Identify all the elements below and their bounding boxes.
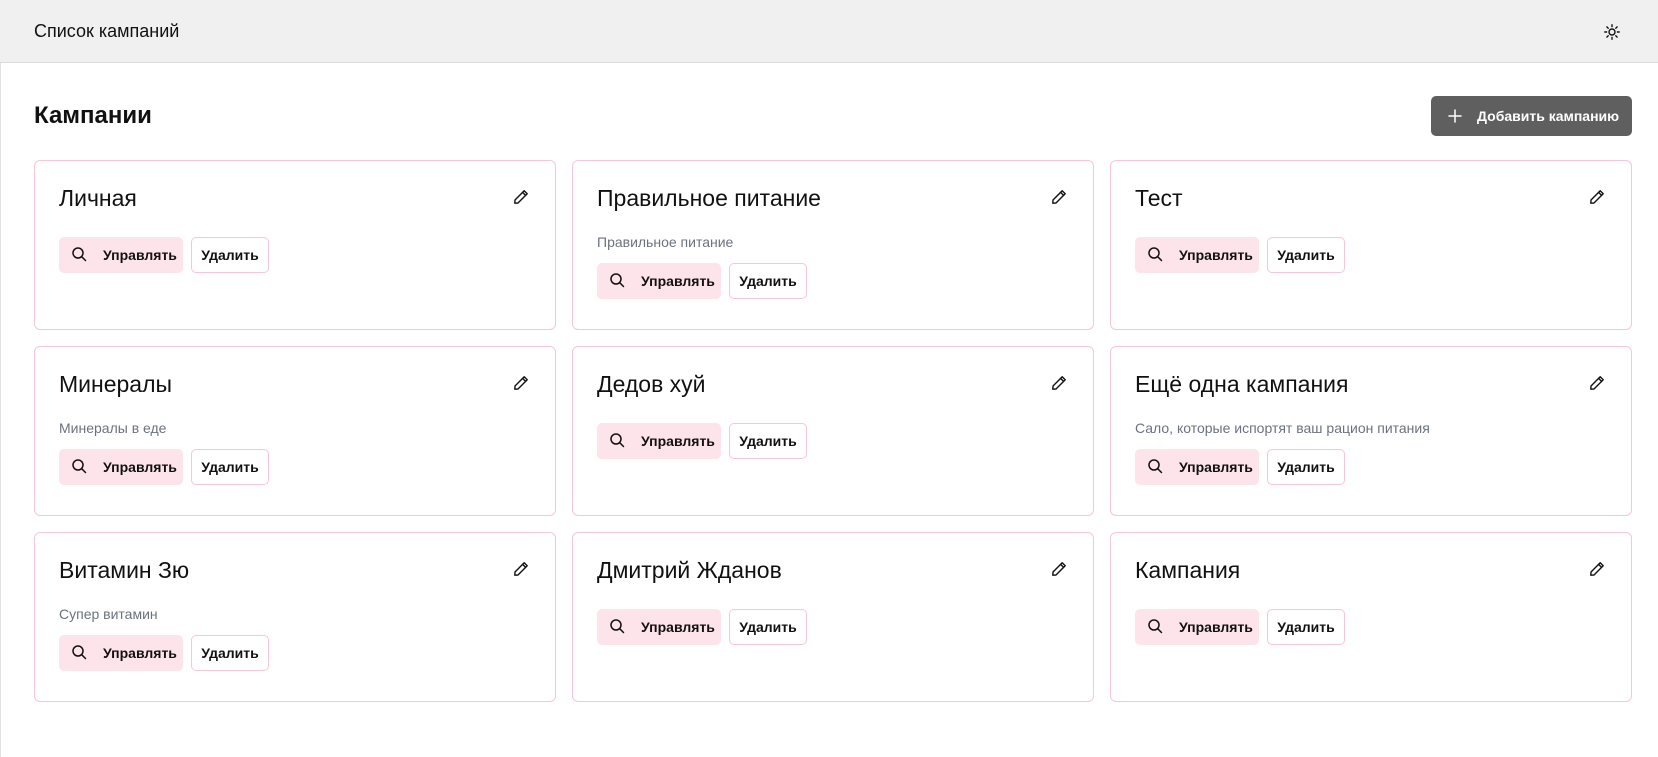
manage-button[interactable]: Управлять <box>597 263 721 299</box>
delete-button[interactable]: Удалить <box>729 423 807 459</box>
search-icon <box>71 458 89 476</box>
pencil-icon[interactable] <box>1587 373 1607 393</box>
theme-toggle-button[interactable] <box>1600 20 1624 44</box>
delete-button[interactable]: Удалить <box>191 237 269 273</box>
manage-button[interactable]: Управлять <box>597 423 721 459</box>
search-icon <box>71 644 89 662</box>
manage-button[interactable]: Управлять <box>1135 609 1259 645</box>
manage-label: Управлять <box>641 433 715 449</box>
page-title: Кампании <box>34 102 152 129</box>
delete-button[interactable]: Удалить <box>1267 237 1345 273</box>
pencil-icon[interactable] <box>1587 187 1607 207</box>
manage-button[interactable]: Управлять <box>1135 237 1259 273</box>
card-actions: Управлять Удалить <box>1135 449 1607 485</box>
delete-button[interactable]: Удалить <box>729 263 807 299</box>
delete-button[interactable]: Удалить <box>191 635 269 671</box>
card-actions: Управлять Удалить <box>1135 237 1607 273</box>
campaign-card: Дедов хуй Управлять Удалить <box>572 346 1094 516</box>
campaign-title: Тест <box>1135 185 1183 211</box>
search-icon <box>1147 246 1165 264</box>
card-actions: Управлять Удалить <box>1135 609 1607 645</box>
campaign-title: Кампания <box>1135 557 1241 583</box>
delete-button[interactable]: Удалить <box>1267 609 1345 645</box>
campaign-card: Витамин Зю Супер витамин Управлять Удалить <box>34 532 556 702</box>
delete-button[interactable]: Удалить <box>729 609 807 645</box>
app-title: Список кампаний <box>34 21 180 41</box>
manage-button[interactable]: Управлять <box>59 449 183 485</box>
search-icon <box>609 432 627 450</box>
campaign-description: Минералы в еде <box>59 420 167 436</box>
card-actions: Управлять Удалить <box>597 423 1069 459</box>
campaign-card: Кампания Управлять Удалить <box>1110 532 1632 702</box>
campaign-card: Тест Управлять Удалить <box>1110 160 1632 330</box>
card-actions: Управлять Удалить <box>597 609 1069 645</box>
campaign-title: Витамин Зю <box>59 557 190 583</box>
search-icon <box>609 618 627 636</box>
add-campaign-label: Добавить кампанию <box>1477 108 1620 124</box>
search-icon <box>71 246 89 264</box>
manage-label: Управлять <box>1179 619 1253 635</box>
campaign-title: Личная <box>59 185 137 211</box>
campaign-card: Правильное питание Правильное питание Упра… <box>572 160 1094 330</box>
manage-button[interactable]: Управлять <box>597 609 721 645</box>
campaign-card: Дмитрий Жданов Управлять Удалить <box>572 532 1094 702</box>
manage-button[interactable]: Управлять <box>59 237 183 273</box>
delete-button[interactable]: Удалить <box>1267 449 1345 485</box>
pencil-icon[interactable] <box>1049 559 1069 579</box>
pencil-icon[interactable] <box>1049 373 1069 393</box>
manage-label: Управлять <box>103 645 177 661</box>
manage-label: Управлять <box>1179 247 1253 263</box>
manage-label: Управлять <box>103 459 177 475</box>
card-actions: Управлять Удалить <box>59 237 531 273</box>
delete-button[interactable]: Удалить <box>191 449 269 485</box>
pencil-icon[interactable] <box>511 559 531 579</box>
pencil-icon[interactable] <box>1049 187 1069 207</box>
card-actions: Управлять Удалить <box>59 449 531 485</box>
search-icon <box>1147 618 1165 636</box>
top-bar: Список кампаний <box>0 0 1658 63</box>
campaign-card: Личная Управлять Удалить <box>34 160 556 330</box>
campaign-description: Правильное питание <box>597 234 734 250</box>
card-actions: Управлять Удалить <box>597 263 1069 299</box>
campaign-description: Сало, которые испортят ваш рацион питани… <box>1135 420 1430 436</box>
campaign-title: Ещё одна кампания <box>1135 371 1349 397</box>
search-icon <box>609 272 627 290</box>
campaign-title: Минералы <box>59 371 173 397</box>
manage-label: Управлять <box>641 619 715 635</box>
search-icon <box>1147 458 1165 476</box>
pencil-icon[interactable] <box>511 187 531 207</box>
pencil-icon[interactable] <box>511 373 531 393</box>
left-divider <box>0 63 1 757</box>
campaign-title: Дедов хуй <box>597 371 706 397</box>
manage-label: Управлять <box>641 273 715 289</box>
manage-button[interactable]: Управлять <box>59 635 183 671</box>
plus-icon <box>1447 108 1463 124</box>
manage-label: Управлять <box>1179 459 1253 475</box>
campaign-card: Минералы Минералы в еде Управлять Удалить <box>34 346 556 516</box>
campaign-grid: Личная Управлять Удалить Правильное питание… <box>34 160 1632 702</box>
campaign-title: Дмитрий Жданов <box>597 557 782 583</box>
campaign-title: Правильное питание <box>597 185 821 211</box>
campaign-description: Супер витамин <box>59 606 158 622</box>
manage-button[interactable]: Управлять <box>1135 449 1259 485</box>
pencil-icon[interactable] <box>1587 559 1607 579</box>
add-campaign-button[interactable]: Добавить кампанию <box>1431 96 1632 136</box>
card-actions: Управлять Удалить <box>59 635 531 671</box>
manage-label: Управлять <box>103 247 177 263</box>
sun-icon <box>1604 24 1620 40</box>
campaign-card: Ещё одна кампания Сало, которые испортят … <box>1110 346 1632 516</box>
